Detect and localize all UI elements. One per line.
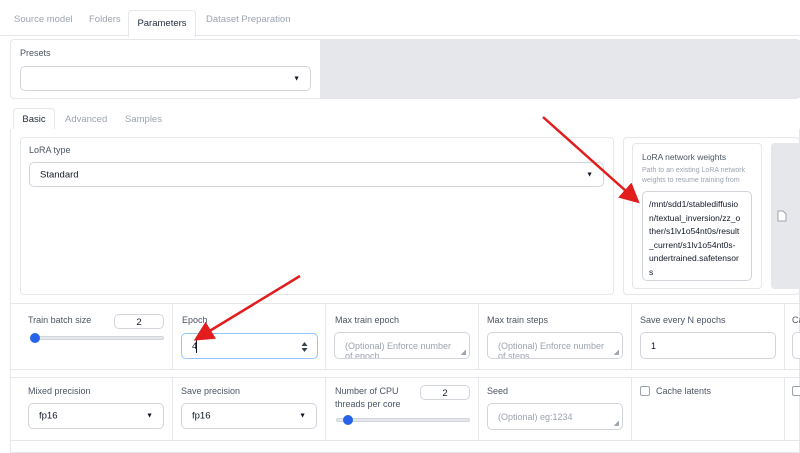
annotation-arrows	[193, 116, 640, 341]
annotation-arrow-lora-weights	[542, 116, 640, 204]
annotation-arrow-epoch	[193, 274, 301, 341]
